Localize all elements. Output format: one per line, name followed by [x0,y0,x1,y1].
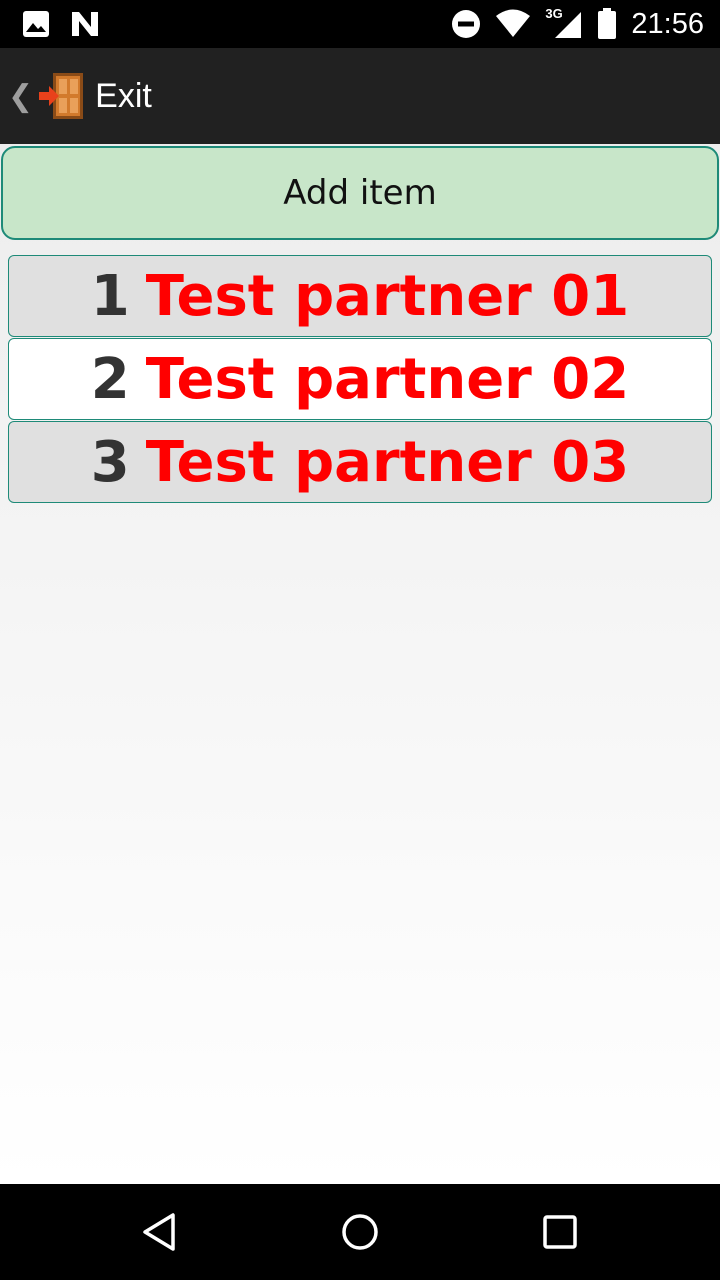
list-item-name: Test partner 02 [145,346,630,412]
status-bar-left [22,10,100,38]
wifi-icon [496,9,531,37]
battery-icon [598,8,617,39]
image-icon [23,11,49,37]
action-bar: ❮ Exit [0,48,720,144]
list-item[interactable]: 1 Test partner 01 [8,255,712,337]
n-notification-icon [72,12,98,36]
main-content: Add item 1 Test partner 01 2 Test partne… [0,144,720,1184]
back-icon[interactable] [140,1212,180,1252]
status-bar-right: 3G 21:56 [451,6,704,42]
cell-signal: 3G [545,6,583,40]
add-item-button[interactable]: Add item [1,146,719,240]
list-item-name: Test partner 03 [145,429,630,495]
navigation-bar [0,1184,720,1280]
clock: 21:56 [631,7,704,40]
list-item-name: Test partner 01 [145,263,630,329]
do-not-disturb-icon [452,10,481,38]
recents-icon[interactable] [540,1212,580,1252]
list-item-number: 2 [90,346,130,412]
action-bar-title: Exit [95,76,152,115]
chevron-left-icon[interactable]: ❮ [8,79,33,114]
partner-list: 1 Test partner 01 2 Test partner 02 3 Te… [8,255,712,504]
exit-door-icon[interactable] [35,70,87,122]
list-item[interactable]: 3 Test partner 03 [8,421,712,503]
home-icon[interactable] [340,1212,380,1252]
cell-signal-icon [555,12,582,38]
list-item[interactable]: 2 Test partner 02 [8,338,712,420]
status-bar: 3G 21:56 [0,0,720,48]
list-item-number: 3 [90,429,130,495]
list-item-number: 1 [90,263,130,329]
